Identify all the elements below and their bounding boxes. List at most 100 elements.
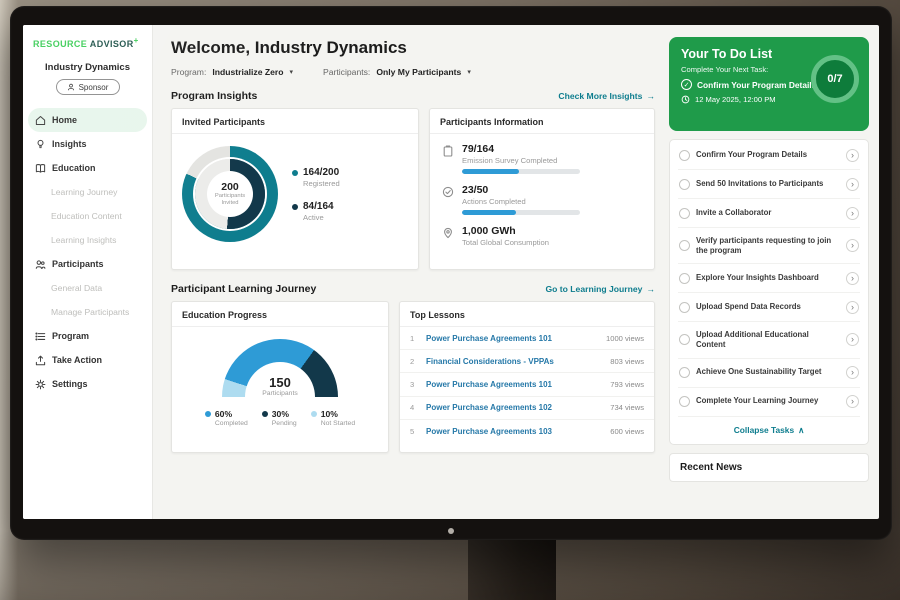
task-checkbox[interactable] [679, 367, 690, 378]
gear-icon [35, 379, 46, 390]
chevron-right-icon[interactable]: › [846, 207, 859, 220]
sidebar-item-education[interactable]: Education [23, 156, 152, 180]
program-insights-header: Program Insights Check More Insights → [171, 90, 655, 102]
chevron-right-icon[interactable]: › [846, 178, 859, 191]
lightbulb-icon [35, 139, 46, 150]
sidebar-item-settings[interactable]: Settings [23, 372, 152, 396]
sidebar-item-participants[interactable]: Participants [23, 252, 152, 276]
stat-value: 23/50 [462, 184, 580, 196]
task-checkbox[interactable] [679, 240, 690, 251]
task-row[interactable]: Upload Spend Data Records › [678, 293, 860, 322]
task-row[interactable]: Upload Additional Educational Content › [678, 322, 860, 358]
sidebar-item-education-content[interactable]: Education Content [23, 204, 152, 228]
sponsor-badge[interactable]: Sponsor [56, 79, 120, 95]
lesson-views: 734 views [610, 403, 644, 412]
legend-dot [311, 411, 317, 417]
legend-value: 10% [321, 409, 355, 419]
stat-label: Total Global Consumption [462, 238, 549, 247]
program-filter-value[interactable]: Industrialize Zero [212, 67, 283, 77]
sidebar-item-label: Education Content [51, 211, 122, 221]
sidebar-item-label: Home [52, 115, 77, 125]
task-checkbox[interactable] [679, 302, 690, 313]
lesson-row[interactable]: 3 Power Purchase Agreements 101 793 view… [400, 373, 654, 396]
chevron-up-icon: ∧ [798, 425, 804, 435]
upload-icon [35, 355, 46, 366]
chevron-right-icon[interactable]: › [846, 366, 859, 379]
page-title: Welcome, Industry Dynamics [171, 38, 655, 58]
chevron-down-icon[interactable]: ▾ [290, 68, 294, 76]
task-checkbox[interactable] [679, 208, 690, 219]
lesson-rank: 1 [410, 334, 419, 343]
program-filter-label: Program: [171, 67, 206, 77]
task-row[interactable]: Explore Your Insights Dashboard › [678, 264, 860, 293]
sidebar-item-general-data[interactable]: General Data [23, 276, 152, 300]
education-progress-gauge-chart: 150 Participants [222, 339, 338, 397]
sidebar-item-program[interactable]: Program [23, 324, 152, 348]
task-row[interactable]: Achieve One Sustainability Target › [678, 359, 860, 388]
task-row[interactable]: Complete Your Learning Journey › [678, 388, 860, 417]
gauge-center-label: Participants [222, 390, 338, 397]
chevron-right-icon[interactable]: › [846, 395, 859, 408]
logo-text-primary: RESOURCE [33, 39, 87, 49]
card-title: Top Lessons [400, 302, 654, 327]
chevron-right-icon[interactable]: › [846, 239, 859, 252]
task-label: Achieve One Sustainability Target [696, 367, 840, 377]
chevron-right-icon[interactable]: › [846, 149, 859, 162]
todo-next-task-label: Confirm Your Program Details [697, 80, 816, 90]
chevron-right-icon[interactable]: › [846, 301, 859, 314]
sidebar-item-take-action[interactable]: Take Action [23, 348, 152, 372]
book-icon [35, 163, 46, 174]
task-row[interactable]: Confirm Your Program Details › [678, 141, 860, 170]
legend-value: 84/164 [303, 201, 340, 212]
lesson-title-link[interactable]: Financial Considerations - VPPAs [426, 357, 603, 366]
chevron-right-icon[interactable]: › [846, 333, 859, 346]
participants-filter-value[interactable]: Only My Participants [376, 67, 461, 77]
sidebar-item-home[interactable]: Home [28, 108, 147, 132]
task-checkbox[interactable] [679, 150, 690, 161]
lesson-row[interactable]: 4 Power Purchase Agreements 102 734 view… [400, 397, 654, 420]
lesson-title-link[interactable]: Power Purchase Agreements 103 [426, 427, 603, 436]
chevron-down-icon[interactable]: ▾ [467, 68, 471, 76]
collapse-tasks-link[interactable]: Collapse Tasks ∧ [678, 417, 860, 443]
legend-item-active: 84/164 Active [292, 201, 340, 222]
task-row[interactable]: Send 50 Invitations to Participants › [678, 170, 860, 199]
lesson-row[interactable]: 2 Financial Considerations - VPPAs 803 v… [400, 350, 654, 373]
sidebar-item-label: Program [52, 331, 89, 341]
stat-value: 79/164 [462, 143, 580, 155]
sidebar-item-learning-insights[interactable]: Learning Insights [23, 228, 152, 252]
org-name: Industry Dynamics [23, 62, 152, 73]
check-more-insights-link[interactable]: Check More Insights → [558, 91, 655, 101]
sidebar-item-learning-journey[interactable]: Learning Journey [23, 180, 152, 204]
top-lessons-card: Top Lessons 1 Power Purchase Agreements … [399, 301, 655, 453]
lesson-row[interactable]: 1 Power Purchase Agreements 101 1000 vie… [400, 327, 654, 350]
emission-progress-bar [462, 169, 580, 174]
clock-icon [681, 95, 690, 104]
sidebar-item-manage-participants[interactable]: Manage Participants [23, 300, 152, 324]
legend-label: Active [303, 213, 340, 222]
sidebar-item-label: Insights [52, 139, 87, 149]
go-to-learning-journey-link[interactable]: Go to Learning Journey → [545, 284, 655, 294]
task-row[interactable]: Invite a Collaborator › [678, 199, 860, 228]
lesson-row[interactable]: 5 Power Purchase Agreements 103 600 view… [400, 420, 654, 443]
task-checkbox[interactable] [679, 334, 690, 345]
legend-dot [292, 204, 298, 210]
sidebar-item-insights[interactable]: Insights [23, 132, 152, 156]
app-logo[interactable]: RESOURCE ADVISOR+ [23, 25, 152, 49]
sponsor-badge-label: Sponsor [79, 83, 109, 92]
legend-value: 30% [272, 409, 297, 419]
task-checkbox[interactable] [679, 179, 690, 190]
person-icon [67, 83, 75, 91]
task-checkbox[interactable] [679, 396, 690, 407]
logo-text-secondary: ADVISOR [90, 39, 134, 49]
chevron-right-icon[interactable]: › [846, 272, 859, 285]
lesson-title-link[interactable]: Power Purchase Agreements 102 [426, 403, 603, 412]
insights-cards-row: Invited Participants 200 Participants In… [171, 108, 655, 270]
invited-participants-card: Invited Participants 200 Participants In… [171, 108, 419, 270]
task-label: Complete Your Learning Journey [696, 396, 840, 406]
todo-progress-ring: 0/7 [811, 55, 859, 103]
lesson-title-link[interactable]: Power Purchase Agreements 101 [426, 380, 603, 389]
task-row[interactable]: Verify participants requesting to join t… [678, 228, 860, 264]
task-checkbox[interactable] [679, 273, 690, 284]
lesson-title-link[interactable]: Power Purchase Agreements 101 [426, 334, 599, 343]
sidebar-nav: Home Insights Education Learning Journey [23, 108, 152, 396]
